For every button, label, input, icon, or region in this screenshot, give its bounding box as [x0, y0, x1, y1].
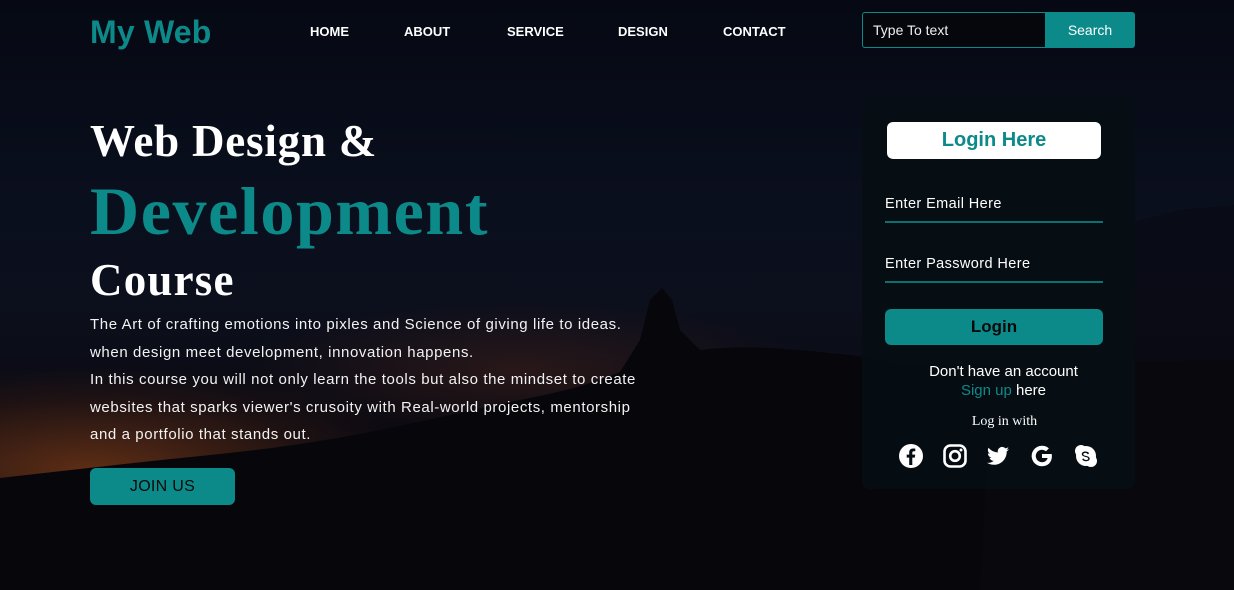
hero-title-line3: Course: [90, 255, 235, 305]
nav-about[interactable]: ABOUT: [404, 24, 450, 39]
nav-service[interactable]: SERVICE: [507, 24, 564, 39]
facebook-icon[interactable]: [898, 443, 924, 469]
search-bar: Search: [862, 12, 1135, 48]
signup-link[interactable]: Sign up: [961, 382, 1012, 399]
email-field[interactable]: [885, 193, 1103, 223]
hero-description-line: and a portfolio that stands out.: [90, 426, 312, 443]
search-input[interactable]: [862, 12, 1045, 48]
hero-description-line: In this course you will not only learn t…: [90, 371, 637, 388]
site-logo[interactable]: My Web: [90, 14, 212, 51]
login-card-title: Login Here: [887, 122, 1101, 159]
nav-home[interactable]: HOME: [310, 24, 349, 39]
hero-description-line: when design meet development, innovation…: [90, 343, 474, 361]
hero-description-line: The Art of crafting emotions into pixles…: [90, 316, 622, 333]
hero-description: The Art of crafting emotions into pixles…: [90, 311, 710, 449]
no-account-text: Don't have an account: [929, 363, 1078, 380]
nav-contact[interactable]: CONTACT: [723, 24, 786, 39]
google-icon[interactable]: [1029, 443, 1055, 469]
nav-design[interactable]: DESIGN: [618, 24, 668, 39]
login-with-label: Log in with: [971, 414, 1038, 429]
twitter-icon[interactable]: [985, 443, 1011, 469]
hero-title-line1: Web Design &: [90, 116, 378, 166]
skype-icon[interactable]: [1073, 443, 1099, 469]
signup-prompt: Sign up here: [862, 382, 1135, 399]
login-button[interactable]: Login: [885, 309, 1103, 345]
instagram-icon[interactable]: [942, 443, 968, 469]
search-button[interactable]: Search: [1045, 12, 1135, 48]
hero-description-line: websites that sparks viewer's crusoity w…: [90, 398, 631, 416]
join-us-button[interactable]: JOIN US: [90, 468, 235, 505]
signup-suffix: here: [1011, 382, 1047, 399]
social-login-icons: [898, 443, 1098, 469]
login-card: Login Here Login Don't have an account S…: [862, 97, 1135, 489]
password-field[interactable]: [885, 253, 1103, 283]
hero-title-highlight: Development: [90, 173, 490, 249]
